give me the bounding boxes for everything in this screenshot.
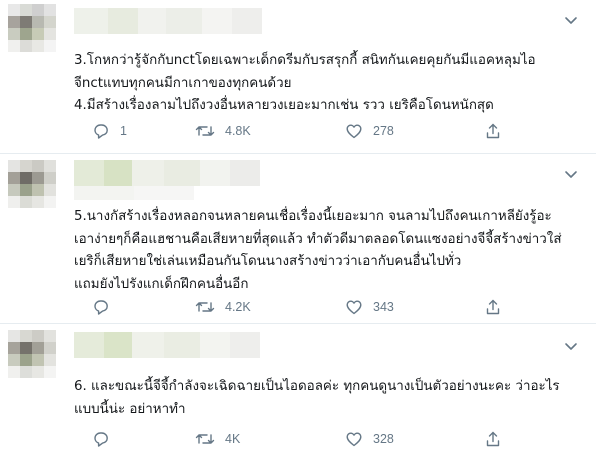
tweet[interactable]: 3.โกหกว่ารู้จักกับnctโดยเฉพาะเด็กดรีมกับ… (0, 0, 596, 154)
user-name[interactable] (74, 8, 262, 34)
tweet-text: 5.นางกัสร้างเรื่องหลอกจนหลายคนเชื่อเรื่อ… (74, 209, 562, 292)
retweet-button[interactable]: 4.2K (195, 297, 251, 317)
like-icon (346, 124, 362, 139)
chevron-down-icon[interactable] (564, 13, 578, 27)
share-button[interactable] (484, 121, 502, 141)
tweet-actions: 4K 328 (92, 429, 512, 449)
share-button[interactable] (484, 429, 502, 449)
user-name[interactable] (74, 160, 260, 186)
retweet-icon (195, 126, 215, 136)
tweet-timeline: 3.โกหกว่ารู้จักกับnctโดยเฉพาะเด็กดรีมกับ… (0, 0, 596, 457)
share-icon (486, 299, 500, 315)
avatar[interactable] (8, 160, 56, 208)
share-button[interactable] (484, 297, 502, 317)
like-button[interactable]: 328 (345, 429, 394, 449)
reply-icon (94, 300, 108, 315)
avatar[interactable] (8, 4, 56, 52)
share-icon (486, 431, 500, 447)
tweet-text: 6. และขณะนี้จีจี้กำลังจะเฉิดฉายเป็นไอดอล… (74, 379, 560, 417)
reply-button[interactable] (92, 429, 120, 449)
tweet-actions: 1 4.8K 278 (92, 121, 512, 141)
retweet-icon (195, 434, 215, 444)
like-icon (346, 432, 362, 447)
chevron-down-icon[interactable] (564, 167, 578, 181)
chevron-down-icon[interactable] (564, 339, 578, 353)
reply-icon (94, 432, 108, 447)
tweet-text: 3.โกหกว่ารู้จักกับnctโดยเฉพาะเด็กดรีมกับ… (74, 53, 536, 113)
user-name[interactable] (74, 332, 260, 358)
reply-button[interactable]: 1 (92, 121, 127, 141)
like-button[interactable]: 343 (345, 297, 394, 317)
retweet-icon (195, 302, 215, 312)
user-handle (74, 186, 194, 200)
retweet-button[interactable]: 4K (195, 429, 240, 449)
tweet[interactable]: 5.นางกัสร้างเรื่องหลอกจนหลายคนเชื่อเรื่อ… (0, 154, 596, 324)
retweet-button[interactable]: 4.8K (195, 121, 251, 141)
reply-button[interactable] (92, 297, 120, 317)
like-button[interactable]: 278 (345, 121, 394, 141)
avatar[interactable] (8, 330, 56, 378)
like-icon (346, 300, 362, 315)
reply-icon (94, 124, 108, 139)
share-icon (486, 123, 500, 139)
tweet[interactable]: 6. และขณะนี้จีจี้กำลังจะเฉิดฉายเป็นไอดอล… (0, 324, 596, 457)
tweet-actions: 4.2K 343 (92, 297, 512, 317)
